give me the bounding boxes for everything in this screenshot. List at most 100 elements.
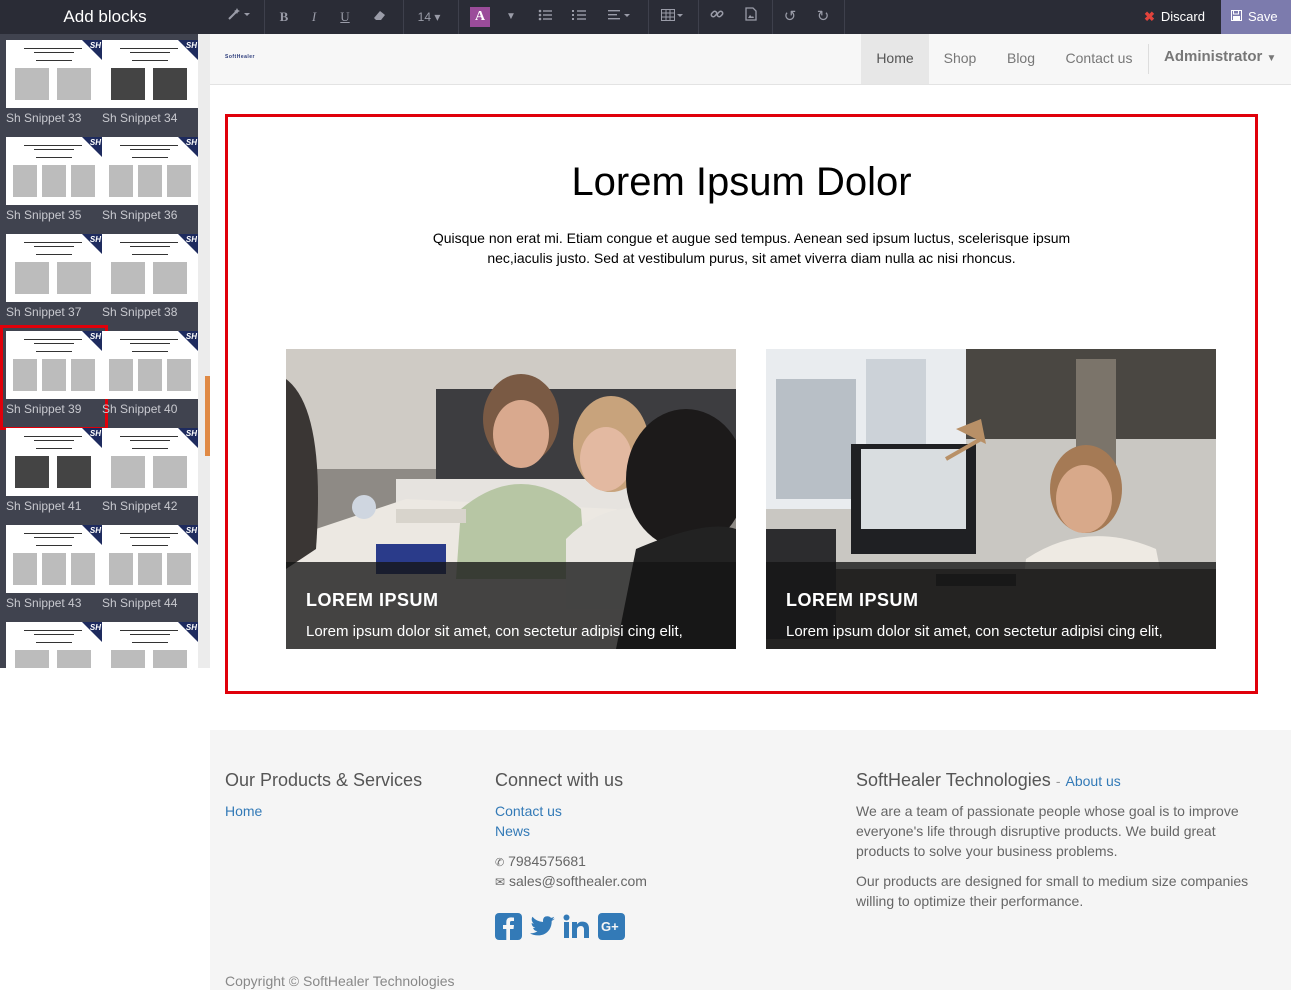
thumb-block <box>153 650 187 668</box>
snippet-label: Sh Snippet 36 <box>102 208 178 222</box>
linkedin-icon[interactable] <box>563 913 590 940</box>
sidebar-scrollbar-thumb[interactable] <box>205 376 210 456</box>
thumb-block <box>167 359 191 391</box>
snippet-item[interactable]: SH <box>102 622 198 668</box>
thumb-line <box>24 533 82 534</box>
facebook-icon[interactable] <box>495 913 522 940</box>
thumb-block <box>167 165 191 197</box>
snippet-item[interactable]: SH Sh Snippet 38 <box>102 234 198 326</box>
undo-icon[interactable]: ↺ <box>781 0 799 34</box>
section-title[interactable]: Lorem Ipsum Dolor <box>225 160 1258 205</box>
sh-badge-label: SH <box>185 526 197 535</box>
snippet-item[interactable]: SH Sh Snippet 44 <box>102 525 198 617</box>
thumb-line <box>34 440 74 441</box>
thumb-line <box>120 436 178 437</box>
image-card[interactable]: LOREM IPSUM Lorem ipsum dolor sit amet, … <box>286 349 736 649</box>
phone-icon: ✆ <box>495 857 505 869</box>
thumb-block <box>138 165 162 197</box>
discard-button[interactable]: ✖ Discard <box>1132 0 1221 34</box>
snippet-item[interactable]: SH Sh Snippet 34 <box>102 40 198 132</box>
numbered-list-icon[interactable] <box>570 0 588 34</box>
bullet-list-icon[interactable] <box>536 0 554 34</box>
text-color-button[interactable]: A <box>470 7 490 27</box>
sh-badge-icon <box>82 331 102 351</box>
thumb-block <box>167 553 191 585</box>
paragraph-align-icon[interactable] <box>606 0 634 34</box>
underline-icon[interactable]: U <box>337 0 353 34</box>
snippet-thumbnail: SH <box>6 331 102 399</box>
thumb-line <box>132 545 168 546</box>
snippet-item[interactable]: SH Sh Snippet 35 <box>6 137 102 229</box>
thumb-line <box>120 145 178 146</box>
thumb-block <box>111 262 145 294</box>
snippet-item[interactable]: SH Sh Snippet 36 <box>102 137 198 229</box>
google-plus-icon[interactable]: G+ <box>598 913 625 940</box>
nav-blog[interactable]: Blog <box>996 34 1046 84</box>
nav-divider <box>1148 44 1149 74</box>
footer-link-home[interactable]: Home <box>225 803 262 819</box>
thumb-block <box>57 650 91 668</box>
italic-icon[interactable]: I <box>306 0 322 34</box>
card-title[interactable]: LOREM IPSUM <box>306 590 439 611</box>
nav-contact-us[interactable]: Contact us <box>1057 34 1141 84</box>
card-text[interactable]: Lorem ipsum dolor sit amet, con sectetur… <box>306 622 726 642</box>
phone-number: 7984575681 <box>508 853 586 869</box>
snippet-list[interactable]: SH Sh Snippet 33 SH Sh Snippet 34 SH Sh Snipp… <box>0 34 198 668</box>
thumb-line <box>132 351 168 352</box>
table-icon[interactable] <box>659 0 687 34</box>
snippet-item[interactable]: SH Sh Snippet 42 <box>102 428 198 520</box>
thumb-line <box>34 343 74 344</box>
eraser-icon[interactable] <box>370 0 390 34</box>
snippet-item[interactable]: SH Sh Snippet 41 <box>6 428 102 520</box>
redo-icon[interactable]: ↻ <box>814 0 832 34</box>
section-description[interactable]: Quisque non erat mi. Etiam congue et aug… <box>430 228 1073 268</box>
sh-badge-label: SH <box>185 623 197 632</box>
bold-icon[interactable]: B <box>276 0 292 34</box>
thumb-line <box>34 634 74 635</box>
snippet-item[interactable]: SH Sh Snippet 37 <box>6 234 102 326</box>
thumb-line <box>130 246 170 247</box>
thumb-block <box>138 359 162 391</box>
email-address[interactable]: sales@softhealer.com <box>509 873 647 889</box>
snippet-item[interactable]: SH Sh Snippet 40 <box>102 331 198 423</box>
nav-home[interactable]: Home <box>861 34 929 84</box>
thumb-block <box>13 553 37 585</box>
snippet-thumbnail: SH <box>102 428 198 496</box>
about-us-link[interactable]: About us <box>1066 773 1121 789</box>
chevron-down-icon[interactable]: ▼ <box>504 0 518 34</box>
card-text[interactable]: Lorem ipsum dolor sit amet, con sectetur… <box>786 622 1206 642</box>
thumb-line <box>132 254 168 255</box>
snippet-item[interactable]: SH <box>6 622 102 668</box>
nav-shop[interactable]: Shop <box>932 34 988 84</box>
caret-down-icon: ▼ <box>1266 53 1277 64</box>
snippet-item[interactable]: SH Sh Snippet 43 <box>6 525 102 617</box>
sh-badge-label: SH <box>185 41 197 50</box>
snippet-item[interactable]: SH Sh Snippet 33 <box>6 40 102 132</box>
image-icon[interactable] <box>742 0 760 34</box>
thumb-block <box>42 553 66 585</box>
font-size-dropdown[interactable]: 14 ▾ <box>414 0 444 34</box>
card-title[interactable]: LOREM IPSUM <box>786 590 919 611</box>
snippet-item[interactable]: SH Sh Snippet 39 <box>0 325 108 430</box>
thumb-line <box>120 339 178 340</box>
thumb-line <box>130 440 170 441</box>
image-card[interactable]: LOREM IPSUM Lorem ipsum dolor sit amet, … <box>766 349 1216 649</box>
sh-badge-label: SH <box>89 332 101 341</box>
footer-link-news[interactable]: News <box>495 823 530 839</box>
site-logo[interactable]: SoftHealer <box>225 54 255 60</box>
user-name: Administrator <box>1164 48 1263 65</box>
sidebar-scrollbar[interactable] <box>198 34 210 668</box>
thumb-line <box>34 537 74 538</box>
magic-wand-icon[interactable] <box>224 0 254 34</box>
thumb-line <box>132 642 168 643</box>
footer-link-contact-us[interactable]: Contact us <box>495 803 562 819</box>
user-menu[interactable]: Administrator ▼ <box>1164 34 1276 84</box>
copyright-text: Copyright © SoftHealer Technologies <box>225 973 455 989</box>
twitter-icon[interactable] <box>529 913 556 940</box>
link-icon[interactable] <box>708 0 726 34</box>
thumb-block <box>57 456 91 488</box>
save-button[interactable]: Save <box>1221 0 1291 34</box>
snippet-label: Sh Snippet 42 <box>102 499 178 513</box>
thumb-block <box>57 68 91 100</box>
snippet-label: Sh Snippet 37 <box>6 305 82 319</box>
